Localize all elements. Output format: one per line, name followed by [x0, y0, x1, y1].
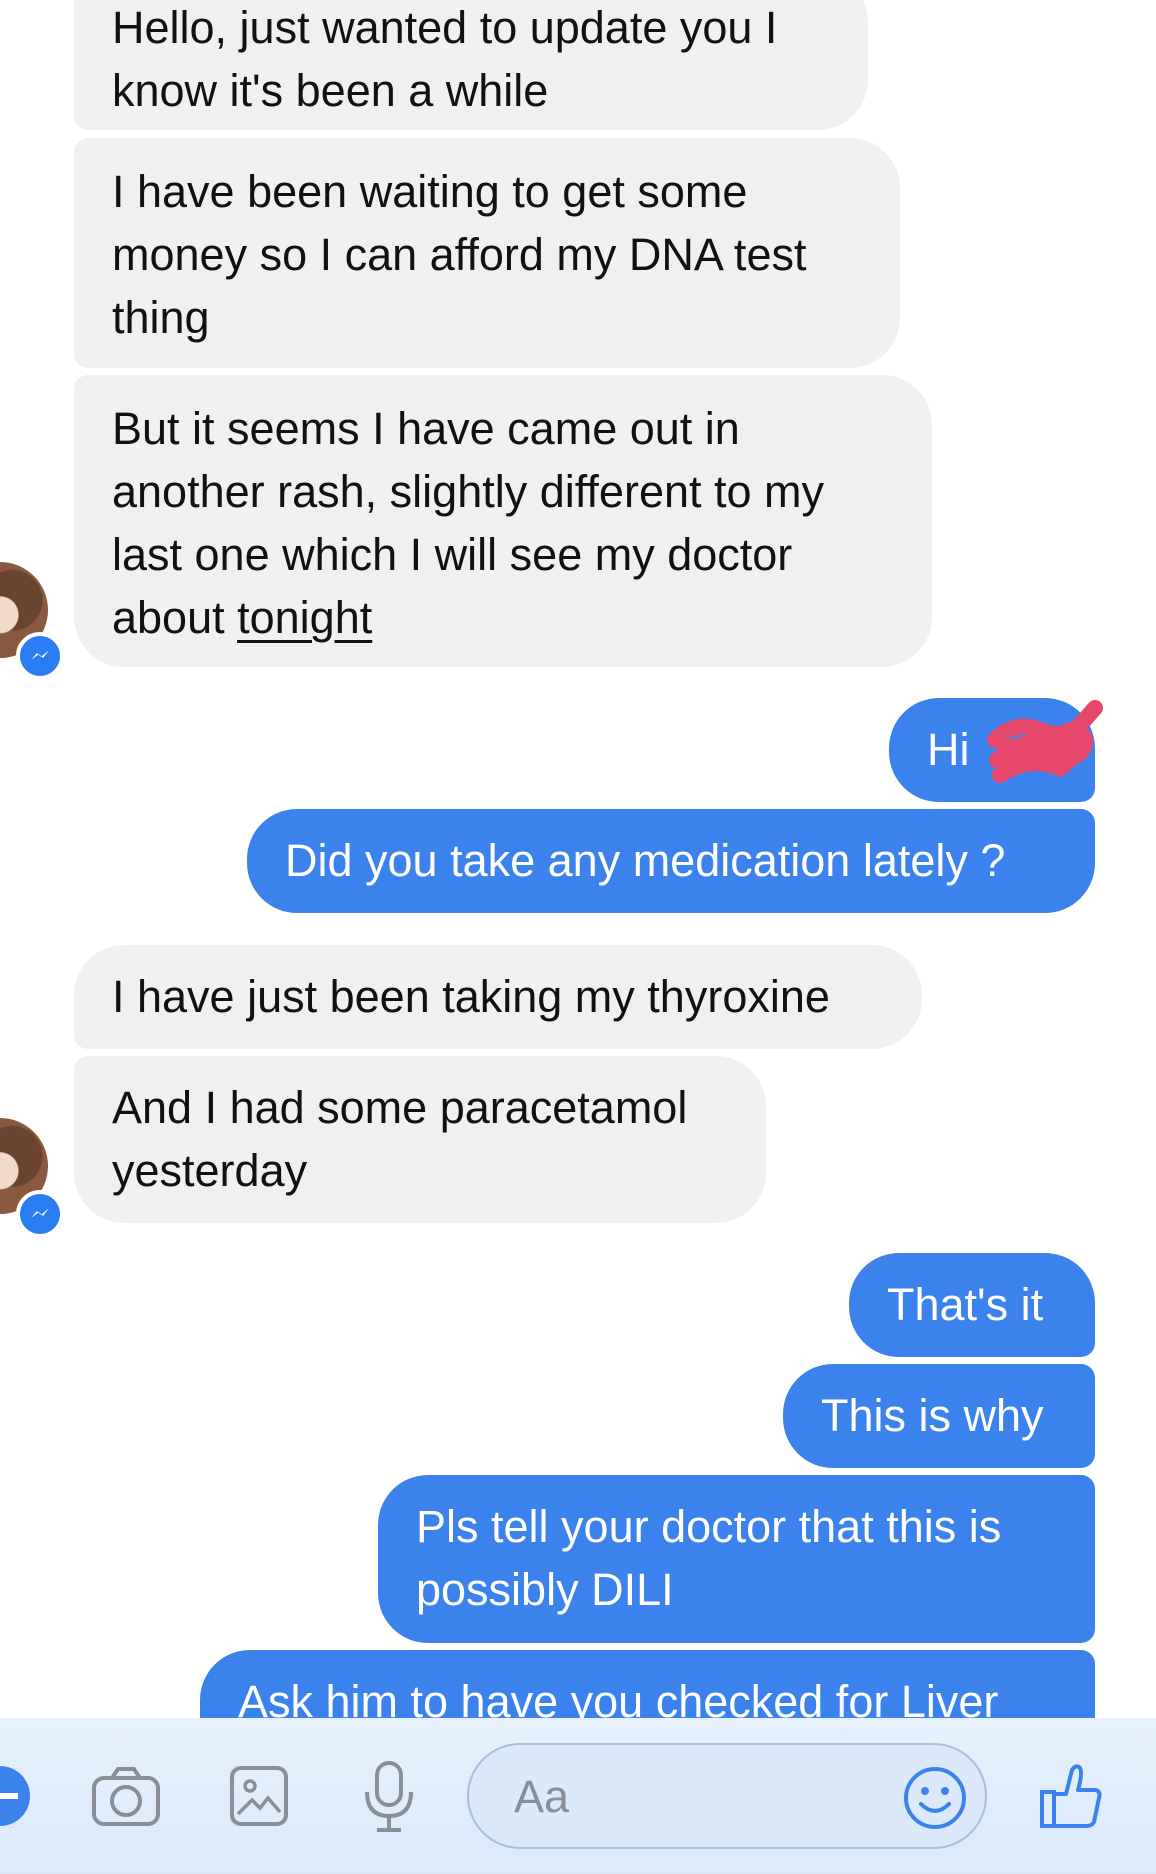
outgoing-message[interactable]: Ask him to have you checked for Liver	[200, 1650, 1095, 1718]
incoming-message[interactable]: I have been waiting to get some money so…	[74, 138, 900, 368]
thumbs-up-icon[interactable]	[1038, 1760, 1104, 1832]
message-line: Hello, just wanted to update you I	[112, 2, 778, 53]
plus-icon[interactable]	[0, 1764, 32, 1828]
outgoing-message[interactable]: That's it	[849, 1253, 1095, 1357]
messenger-badge-icon	[16, 1190, 64, 1238]
message-line: another rash, slightly different to my	[112, 466, 825, 517]
outgoing-message[interactable]: Pls tell your doctor that this is possib…	[378, 1475, 1095, 1643]
redaction-scribble	[987, 700, 1103, 783]
outgoing-message[interactable]: Did you take any medication lately ?	[247, 809, 1095, 913]
message-line: But it seems I have came out in	[112, 403, 740, 454]
message-text: Ask him to have you checked for Liver	[238, 1676, 999, 1718]
message-line: about tonight	[112, 586, 894, 649]
message-text: about	[112, 592, 238, 643]
message-line: money so I can afford my DNA test	[112, 229, 807, 280]
message-line: I have just been taking my thyroxine	[112, 971, 830, 1022]
incoming-message[interactable]: And I had some paracetamol yesterday	[74, 1056, 766, 1223]
message-text: Hi	[927, 724, 970, 775]
incoming-message[interactable]: I have just been taking my thyroxine	[74, 945, 922, 1049]
message-text: Did you take any medication lately ?	[285, 835, 1006, 886]
incoming-message[interactable]: But it seems I have came out in another …	[74, 375, 932, 667]
messenger-badge-icon	[16, 632, 64, 680]
incoming-message[interactable]: Hello, just wanted to update you I know …	[74, 0, 868, 130]
message-text: This is why	[821, 1390, 1044, 1441]
camera-icon[interactable]	[90, 1764, 162, 1828]
message-line: Pls tell your doctor that this is	[416, 1501, 1002, 1552]
message-text: That's it	[887, 1279, 1044, 1330]
message-line: I have been waiting to get some	[112, 166, 748, 217]
message-input-placeholder: Aa	[514, 1771, 570, 1822]
tonight-link[interactable]: tonight	[237, 592, 372, 643]
message-line: thing	[112, 292, 210, 343]
message-line: know it's been a while	[112, 65, 549, 116]
emoji-icon[interactable]	[902, 1765, 968, 1831]
microphone-icon[interactable]	[362, 1760, 416, 1834]
message-thread[interactable]: Hello, just wanted to update you I know …	[0, 0, 1156, 1718]
gallery-icon[interactable]	[228, 1764, 290, 1828]
message-line: yesterday	[112, 1145, 308, 1196]
message-line: And I had some paracetamol	[112, 1082, 688, 1133]
outgoing-message[interactable]: This is why	[783, 1364, 1095, 1468]
message-line: last one which I will see my doctor	[112, 529, 793, 580]
message-line: possibly DILI	[416, 1564, 674, 1615]
